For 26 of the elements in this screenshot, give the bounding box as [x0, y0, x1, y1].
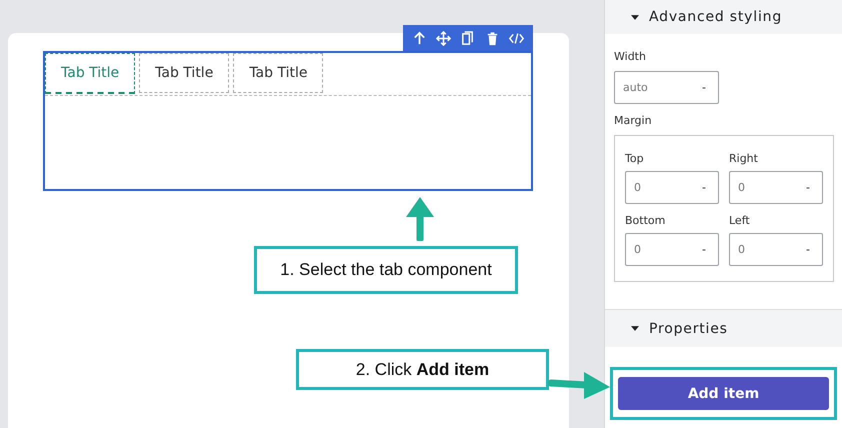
margin-field[interactable]: 0 - [729, 233, 823, 266]
up-arrow-icon [404, 195, 436, 241]
field-label: Right [729, 152, 759, 165]
tab[interactable]: Tab Title [139, 53, 230, 93]
right-arrow-icon [548, 370, 612, 400]
add-item-button[interactable]: Add item [618, 377, 829, 410]
width-field[interactable]: auto - [614, 71, 719, 104]
code-icon[interactable] [509, 30, 524, 46]
field-label: Margin [614, 114, 653, 127]
copy-icon[interactable] [460, 30, 476, 46]
field-label: Width [614, 50, 647, 63]
tab[interactable]: Tab Title [233, 53, 324, 93]
field-label: Bottom [625, 214, 666, 227]
margin-field[interactable]: 0 - [625, 233, 719, 266]
move-icon[interactable] [436, 30, 452, 46]
arrow-up-icon[interactable] [412, 30, 427, 46]
section-header[interactable]: Properties [605, 309, 842, 347]
margin-field[interactable]: 0 - [729, 171, 823, 204]
callout-note: 1. Select the tab component [254, 246, 518, 294]
tab[interactable]: Tab Title [45, 53, 136, 94]
section-header[interactable]: Advanced styling [605, 0, 842, 34]
margin-field[interactable]: 0 - [625, 171, 719, 204]
callout-note: 2. Click Add item [296, 349, 549, 390]
field-label: Top [625, 152, 645, 165]
tab-component[interactable]: Tab Title Tab Title Tab Title [43, 51, 533, 191]
field-label: Left [729, 214, 751, 227]
